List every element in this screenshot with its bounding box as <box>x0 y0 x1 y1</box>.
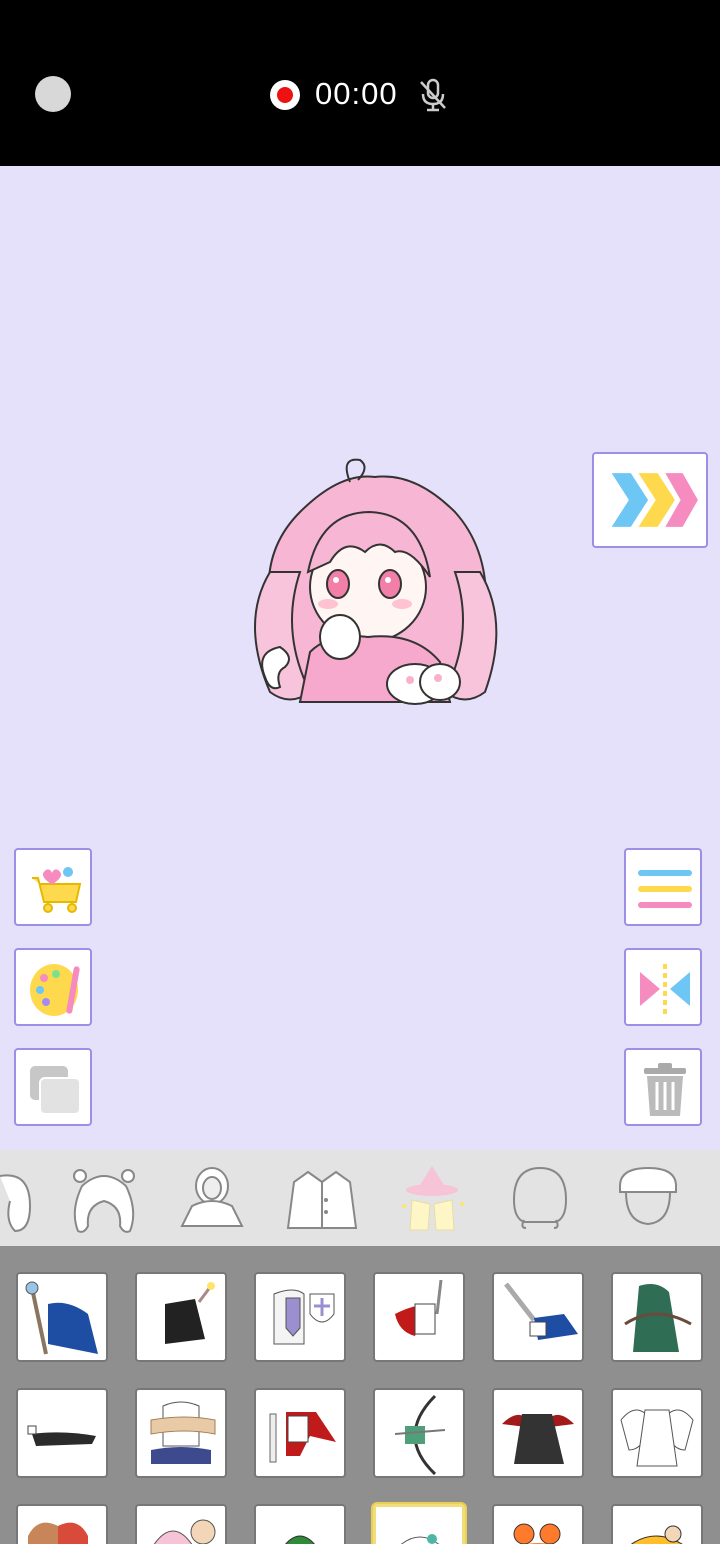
item-angel-wings[interactable] <box>611 1388 703 1478</box>
layers-button[interactable] <box>14 1048 92 1126</box>
item-knight-shield[interactable] <box>254 1272 346 1362</box>
item-thumbnail <box>631 1525 683 1544</box>
item-grid <box>0 1246 720 1544</box>
item-dark-wings[interactable] <box>492 1388 584 1478</box>
item-thumbnail <box>624 1284 692 1352</box>
next-button[interactable] <box>592 452 708 548</box>
item-red-cape-sword[interactable] <box>373 1272 465 1362</box>
screen-recorder-bar: 00:00 <box>0 0 720 166</box>
mic-off-icon[interactable] <box>418 78 448 112</box>
item-lying-black[interactable] <box>16 1388 108 1478</box>
cap-hat-icon <box>619 1166 677 1226</box>
item-green-cap[interactable] <box>254 1504 346 1544</box>
record-timer: 00:00 <box>315 76 398 111</box>
item-orange-goggles[interactable] <box>492 1504 584 1544</box>
item-thumbnail <box>165 1282 215 1344</box>
next-chevrons-icon <box>611 473 698 527</box>
flip-button[interactable] <box>624 948 702 1026</box>
shop-cart-icon <box>32 867 82 913</box>
tab-head[interactable] <box>498 1156 582 1240</box>
character-avatar[interactable] <box>240 452 510 722</box>
hoodie-icon <box>180 1167 244 1227</box>
item-thumbnail <box>620 1409 694 1467</box>
category-tab-bar <box>0 1150 720 1246</box>
item-swordsman-blue[interactable] <box>492 1272 584 1362</box>
head-outline-icon <box>512 1166 568 1229</box>
item-thumbnail <box>27 1425 96 1446</box>
item-green-hood[interactable] <box>611 1272 703 1362</box>
menu-icon <box>638 870 692 908</box>
item-bandaged[interactable] <box>135 1388 227 1478</box>
item-thumbnail <box>28 1522 88 1544</box>
tab-jacket[interactable] <box>280 1156 364 1240</box>
item-wizard-blue-cloak[interactable] <box>16 1272 108 1362</box>
delete-button[interactable] <box>624 1048 702 1126</box>
color-palette-button[interactable] <box>14 948 92 1026</box>
item-thumbnail <box>285 1535 315 1544</box>
item-thumbnail <box>400 1534 440 1544</box>
item-thumbnail <box>150 1401 216 1464</box>
tab-costume-set[interactable] <box>390 1156 474 1240</box>
tab-hair-partial[interactable] <box>0 1156 54 1240</box>
shop-button[interactable] <box>14 848 92 926</box>
item-black-robe[interactable] <box>135 1272 227 1362</box>
twintail-hair-icon <box>73 1169 135 1233</box>
tab-hat[interactable] <box>606 1156 690 1240</box>
item-thumbnail <box>394 1394 446 1476</box>
item-thumbnail <box>502 1414 574 1464</box>
jacket-icon <box>286 1170 358 1229</box>
item-yellow-top[interactable] <box>611 1504 703 1544</box>
hair-icon <box>0 1174 32 1233</box>
recorder-handle[interactable] <box>35 76 71 112</box>
layers-icon <box>30 1066 81 1115</box>
item-thumbnail <box>273 1289 335 1345</box>
menu-button[interactable] <box>624 848 702 926</box>
item-thumbnail <box>25 1281 98 1355</box>
palette-icon <box>30 964 80 1016</box>
item-white-knight-sword[interactable] <box>254 1388 346 1478</box>
item-red-dress[interactable] <box>16 1504 108 1544</box>
item-thumbnail <box>153 1519 216 1544</box>
flip-icon <box>640 964 690 1014</box>
record-icon[interactable] <box>270 80 300 110</box>
item-selected-teal[interactable] <box>373 1504 465 1544</box>
item-thumbnail <box>269 1412 336 1463</box>
tab-hair[interactable] <box>62 1156 146 1240</box>
item-pink-hair-bun[interactable] <box>135 1504 227 1544</box>
item-thumbnail <box>504 1282 578 1340</box>
item-archer-green[interactable] <box>373 1388 465 1478</box>
witch-hat-costume-icon <box>402 1166 464 1231</box>
item-thumbnail <box>513 1523 561 1544</box>
item-thumbnail <box>395 1279 443 1336</box>
tab-hoodie[interactable] <box>170 1156 254 1240</box>
trash-icon <box>644 1063 686 1116</box>
